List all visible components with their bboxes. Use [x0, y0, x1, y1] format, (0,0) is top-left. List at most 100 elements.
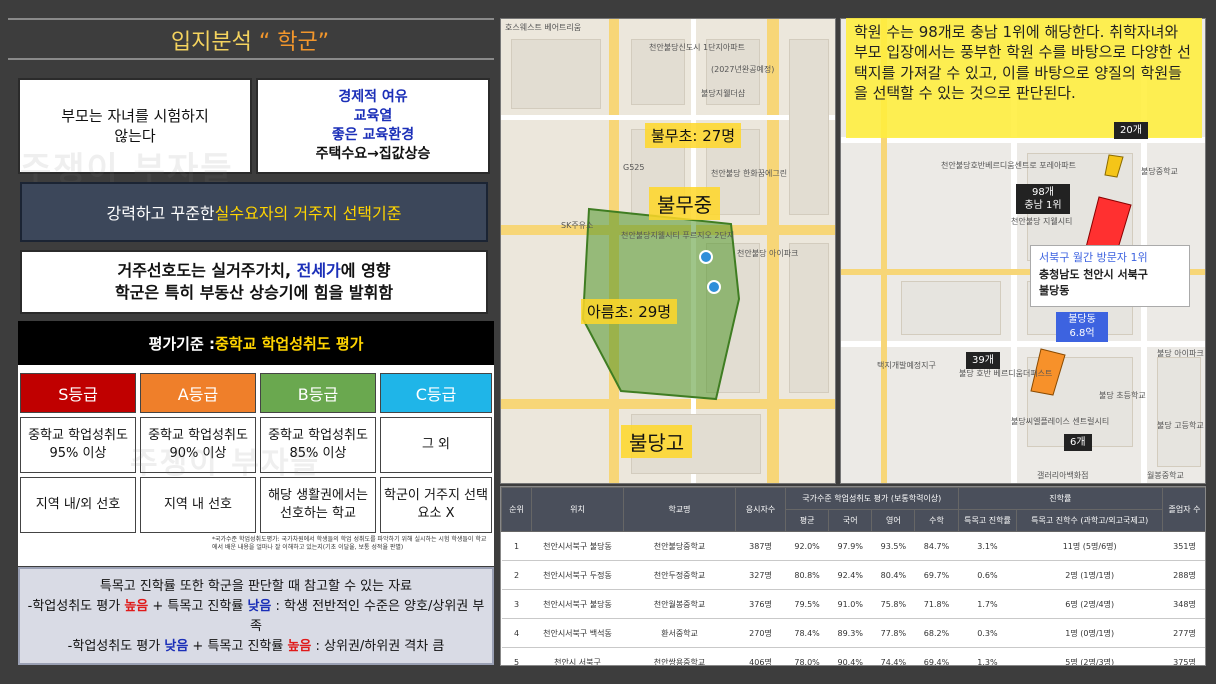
map-label: SK주유소	[561, 221, 594, 230]
map-label: 불당 호반 베르디움더퍼스트	[959, 369, 1053, 378]
map-label: 불당지웰더샵	[701, 89, 746, 98]
school-ranking-table: 순위 위치 학교명 응시자수 국가수준 학업성취도 평가 (보통학력이상) 진학…	[500, 486, 1206, 666]
table-row: 3 천안시서북구 불당동 천안월봉중학교 376명 79.5% 91.0% 75.8% 71.…	[501, 589, 1205, 619]
table-cell: 97.9%	[828, 531, 872, 561]
grade-c-preference: 학군이 거주지 선택요소 X	[380, 477, 492, 533]
table-cell: 2명 (1명/1명)	[1016, 560, 1163, 590]
buldanggo-label: 불당고	[621, 425, 693, 458]
table-cell: 6명 (2명/4명)	[1016, 589, 1163, 619]
preference-line-2: 학군은 특히 부동산 상승기에 힘을 발휘함	[114, 283, 394, 302]
table-cell: 71.8%	[914, 589, 959, 619]
academy-count-6: 6개	[1064, 434, 1092, 451]
bulmucho-label: 불무초: 27명	[645, 123, 742, 148]
grade-c-condition: 그 외	[380, 417, 492, 473]
table-cell: 270명	[735, 618, 786, 648]
table-cell: 천안쌍용중학교	[623, 647, 736, 665]
academy-count-39: 39개	[966, 352, 1000, 369]
th-math: 수학	[914, 509, 959, 532]
price-chip[interactable]: 불당동 6.8억	[1056, 312, 1108, 342]
preference-box: 거주선호도는 실거주가치, 전세가에 영향 학군은 특히 부동산 상승기에 힘을…	[20, 250, 488, 314]
table-cell: 91.0%	[828, 589, 872, 619]
popup-line-3: 불당동	[1039, 284, 1070, 297]
map-label: 천안불당 지웰시티	[1011, 217, 1073, 226]
table-cell: 천안시서북구 불당동	[531, 531, 624, 561]
table-cell: 천안시 서북구	[531, 647, 624, 665]
table-cell: 1	[501, 531, 532, 561]
table-cell: 3.1%	[958, 531, 1017, 561]
map-label: 천안불당신도시 1단지아파트	[649, 43, 745, 52]
economy-line-1: 경제적 여유	[338, 89, 408, 106]
grade-b-preference: 해당 생활권에서는 선호하는 학교	[260, 477, 376, 533]
grade-a-header: A등급	[140, 373, 256, 413]
table-cell: 376명	[735, 589, 786, 619]
economy-line-2: 교육열	[353, 108, 393, 125]
table-cell: 69.7%	[914, 560, 959, 590]
table-cell: 68.2%	[914, 618, 959, 648]
table-cell: 1.3%	[958, 647, 1017, 665]
table-cell: 천안두정중학교	[623, 560, 736, 590]
table-cell: 천안시서북구 불당동	[531, 589, 624, 619]
table-cell: 천안시서북구 백석동	[531, 618, 624, 648]
table-cell: 375명	[1162, 647, 1205, 665]
map-label: 불당씨엘플레이스 센트럴시티	[1011, 417, 1110, 426]
table-cell: 288명	[1162, 560, 1205, 590]
table-cell: 79.5%	[785, 589, 829, 619]
chip-line-1: 불당동	[1068, 314, 1096, 325]
map-label: 갤러리아백화점	[1037, 471, 1089, 480]
grade-b-header: B등급	[260, 373, 376, 413]
table-cell: 4	[501, 618, 532, 648]
th-sh-rate: 특목고 진학률	[957, 509, 1018, 532]
th-english: 영어	[871, 509, 916, 532]
table-cell: 천안시서북구 두정동	[531, 560, 624, 590]
school-map[interactable]: 호스웨스트 베어트리움 천안불당신도시 1단지아파트 (2027년완공예정) 불…	[500, 18, 836, 484]
table-cell: 천안월봉중학교	[623, 589, 736, 619]
th-avg: 평균	[784, 509, 830, 532]
map-label: (2027년완공예정)	[711, 65, 775, 74]
th-sh-count: 특목고 진학수 (과학고/외고국제고)	[1016, 509, 1163, 532]
evaluation-footnote: *국가수준 학업성취도평가: 국가차원에서 학생들의 학업 성취도를 파악하기 …	[212, 536, 487, 552]
table-cell: 92.4%	[828, 560, 872, 590]
academy-info-text: 학원 수는 98개로 충남 1위에 해당한다. 취학자녀와 부모 입장에서는 풍…	[846, 18, 1202, 138]
table-cell: 93.5%	[871, 531, 915, 561]
note-line-2: -학업성취도 평가 높음 + 특목고 진학률 낮음 : 학생 전반적인 수준은 …	[27, 599, 485, 635]
page-title: 입지분석 “ 학군”	[170, 30, 330, 55]
th-school: 학교명	[623, 487, 736, 532]
table-cell: 0.6%	[958, 560, 1017, 590]
grade-c-header: C등급	[380, 373, 492, 413]
table-row: 1 천안시서북구 불당동 천안불당중학교 387명 92.0% 97.9% 93.5% 84.…	[501, 531, 1205, 561]
map-label: 천안불당호반베르디움센트로 포레아파트	[941, 161, 1077, 170]
header-divider-bottom	[8, 58, 494, 60]
table-cell: 92.0%	[785, 531, 829, 561]
economy-line-4: 주택수요→집값상승	[315, 145, 431, 162]
note-line-1: 특목고 진학률 또한 학군을 판단할 때 참고할 수 있는 자료	[99, 579, 413, 594]
th-admission: 진학률	[957, 487, 1164, 510]
th-korean: 국어	[828, 509, 873, 532]
grade-s-header: S등급	[20, 373, 136, 413]
table-cell: 327명	[735, 560, 786, 590]
academy-count-20: 20개	[1114, 122, 1148, 139]
th-examinees: 응시자수	[735, 487, 786, 532]
table-cell: 348명	[1162, 589, 1205, 619]
table-cell: 78.0%	[785, 647, 829, 665]
chip-line-2: 6.8억	[1069, 327, 1095, 339]
grade-s-condition: 중학교 학업성취도 95% 이상	[20, 417, 136, 473]
table-row: 2 천안시서북구 두정동 천안두정중학교 327명 80.8% 92.4% 80.4% 69.…	[501, 560, 1205, 590]
areumcho-label: 아름초: 29명	[581, 299, 678, 324]
grade-a-preference: 지역 내 선호	[140, 477, 256, 533]
map-label: 택지개발예정지구	[877, 361, 936, 370]
map-label: 호스웨스트 베어트리움	[505, 23, 582, 32]
grade-b-condition: 중학교 학업성취도 85% 이상	[260, 417, 376, 473]
grade-a-condition: 중학교 학업성취도 90% 이상	[140, 417, 256, 473]
special-high-school-note: 특목고 진학률 또한 학군을 판단할 때 참고할 수 있는 자료 -학업성취도 …	[18, 567, 494, 665]
th-rank: 순위	[501, 487, 532, 532]
th-location: 위치	[531, 487, 624, 532]
evaluation-panel: 평가기준 : 중학교 학업성취도 평가 S등급 A등급 B등급 C등급 중학교 …	[18, 321, 494, 566]
table-cell: 89.3%	[828, 618, 872, 648]
map-label: 불당 초등학교	[1099, 391, 1146, 400]
table-cell: 77.8%	[871, 618, 915, 648]
table-cell: 80.8%	[785, 560, 829, 590]
table-cell: 1.7%	[958, 589, 1017, 619]
district-popup[interactable]: 서북구 월간 방문자 1위 충청남도 천안시 서북구 불당동	[1030, 245, 1190, 307]
table-cell: 80.4%	[871, 560, 915, 590]
table-row: 4 천안시서북구 백석동 환서중학교 270명 78.4% 89.3% 77.8% 68.2%…	[501, 618, 1205, 648]
